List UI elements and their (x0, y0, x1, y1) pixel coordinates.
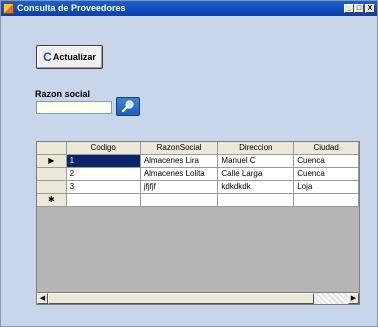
suppliers-table: Codigo RazonSocial Direccion Ciudad ▶ 1 … (37, 142, 359, 207)
search-button[interactable] (116, 97, 140, 116)
table-cell[interactable]: Calle Larga (217, 167, 295, 181)
new-row[interactable]: ✱ (37, 193, 359, 207)
grid-header-row: Codigo RazonSocial Direccion Ciudad (37, 142, 359, 155)
table-cell[interactable] (66, 193, 141, 207)
row-header[interactable] (37, 180, 67, 194)
scroll-left-icon[interactable]: ◀ (37, 293, 48, 304)
row-header[interactable] (37, 167, 67, 181)
minimize-button[interactable]: _ (344, 4, 354, 13)
column-header-ciudad[interactable]: Ciudad (293, 142, 359, 155)
window-title: Consulta de Proveedores (17, 3, 126, 13)
table-cell[interactable]: 1 (66, 154, 141, 168)
table-cell[interactable] (140, 193, 219, 207)
column-header-direccion[interactable]: Direccion (217, 142, 295, 155)
close-button[interactable]: X (365, 4, 375, 13)
table-cell[interactable]: 3 (66, 180, 141, 194)
column-header-codigo[interactable]: Codigo (66, 142, 141, 155)
horizontal-scrollbar[interactable]: ◀ ▶ (36, 292, 360, 305)
table-cell[interactable]: Almacenes Lolita (140, 167, 219, 181)
table-cell[interactable]: kdkdkdk (217, 180, 295, 194)
grid-corner-header[interactable] (37, 142, 67, 155)
app-icon (3, 3, 14, 14)
current-row-indicator[interactable]: ▶ (37, 154, 67, 168)
scroll-thumb[interactable] (48, 293, 314, 304)
table-cell[interactable]: Loja (293, 180, 359, 194)
search-icon (121, 100, 134, 113)
refresh-button[interactable]: C Actualizar (36, 45, 103, 69)
table-cell[interactable] (293, 193, 359, 207)
refresh-button-label: Actualizar (52, 52, 96, 62)
column-header-razon-social[interactable]: RazonSocial (140, 142, 219, 155)
refresh-icon: C (43, 50, 52, 64)
table-cell[interactable]: jfjfjf (140, 180, 219, 194)
razon-social-label: Razon social (35, 89, 91, 99)
maximize-button[interactable]: □ (354, 4, 364, 13)
title-bar[interactable]: Consulta de Proveedores _ □ X (1, 1, 377, 16)
table-cell[interactable]: Cuenca (293, 154, 359, 168)
table-row[interactable]: ▶ 1 Almacenes Lira Manuel C Cuenca (37, 154, 359, 168)
table-cell[interactable]: Manuel C (217, 154, 295, 168)
new-row-icon[interactable]: ✱ (37, 193, 67, 207)
table-cell[interactable]: Almacenes Lira (140, 154, 219, 168)
table-cell[interactable] (217, 193, 295, 207)
table-row[interactable]: 2 Almacenes Lolita Calle Larga Cuenca (37, 167, 359, 181)
scroll-right-icon[interactable]: ▶ (348, 293, 359, 304)
table-cell[interactable]: Cuenca (293, 167, 359, 181)
table-row[interactable]: 3 jfjfjf kdkdkdk Loja (37, 180, 359, 194)
main-window: Consulta de Proveedores _ □ X C Actualiz… (0, 0, 378, 327)
razon-social-input[interactable] (36, 101, 112, 114)
suppliers-grid[interactable]: Codigo RazonSocial Direccion Ciudad ▶ 1 … (36, 141, 360, 297)
table-cell[interactable]: 2 (66, 167, 141, 181)
